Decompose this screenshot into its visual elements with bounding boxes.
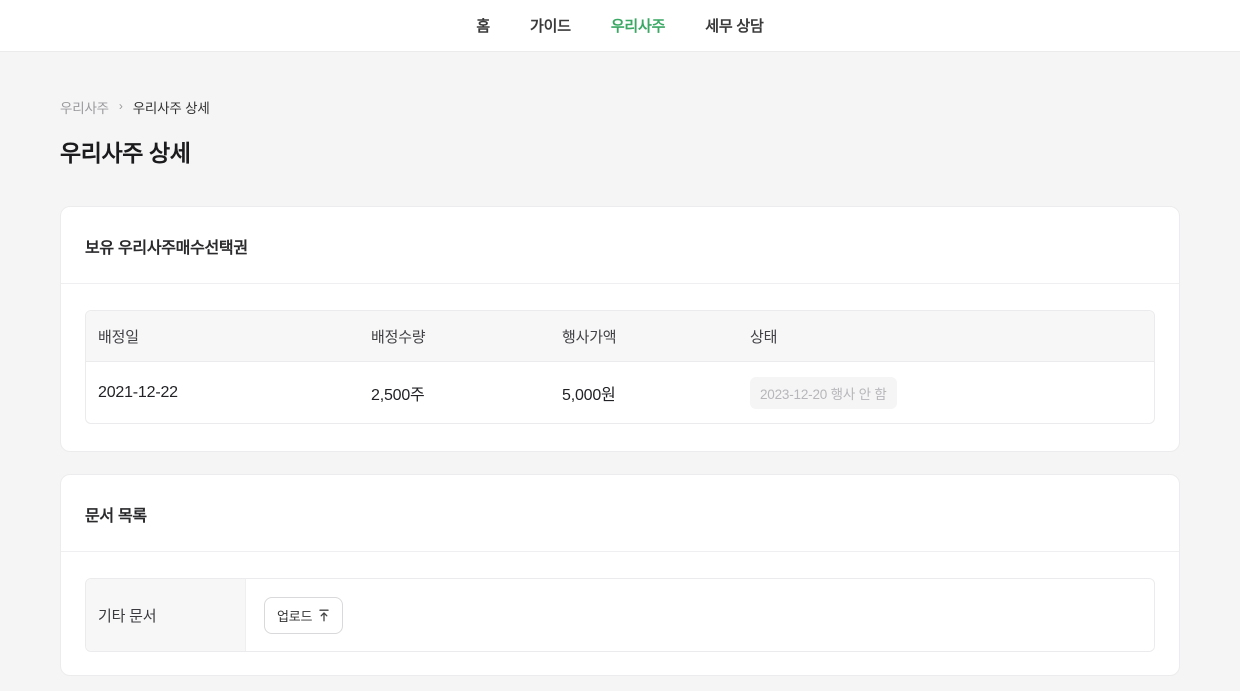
chevron-right-icon: ›	[119, 99, 123, 113]
cell-quantity: 2,500주	[359, 362, 550, 423]
options-card: 보유 우리사주매수선택권 배정일 배정수량 행사가액 상태 2021-12-22…	[60, 206, 1180, 452]
page-title: 우리사주 상세	[60, 134, 1180, 168]
column-header-status: 상태	[738, 311, 1154, 362]
cell-allocation-date: 2021-12-22	[86, 362, 359, 423]
nav-item-guide[interactable]: 가이드	[530, 15, 571, 36]
nav-item-tax-consult[interactable]: 세무 상담	[705, 15, 763, 36]
upload-button-label: 업로드	[277, 606, 312, 625]
breadcrumb-current: 우리사주 상세	[133, 97, 210, 117]
upload-button[interactable]: 업로드	[264, 597, 343, 634]
document-value-cell: 업로드	[246, 579, 1154, 651]
top-navigation: 홈 가이드 우리사주 세무 상담	[0, 0, 1240, 52]
column-header-quantity: 배정수량	[359, 311, 550, 362]
options-table: 배정일 배정수량 행사가액 상태 2021-12-22 2,500주 5,000…	[85, 310, 1155, 424]
options-table-header-row: 배정일 배정수량 행사가액 상태	[86, 311, 1154, 362]
options-card-header: 보유 우리사주매수선택권	[61, 207, 1179, 284]
options-card-body: 배정일 배정수량 행사가액 상태 2021-12-22 2,500주 5,000…	[61, 284, 1179, 451]
nav-item-esop[interactable]: 우리사주	[611, 15, 665, 36]
column-header-allocation-date: 배정일	[86, 311, 359, 362]
document-row-other: 기타 문서 업로드	[85, 578, 1155, 652]
breadcrumb-parent-link[interactable]: 우리사주	[60, 97, 109, 117]
breadcrumb: 우리사주 › 우리사주 상세	[60, 97, 1180, 117]
column-header-exercise-price: 행사가액	[550, 311, 738, 362]
documents-card-body: 기타 문서 업로드	[61, 552, 1179, 675]
documents-card-header: 문서 목록	[61, 475, 1179, 552]
nav-item-home[interactable]: 홈	[476, 15, 490, 36]
document-label-cell: 기타 문서	[86, 579, 246, 651]
upload-icon	[318, 609, 330, 622]
options-card-title: 보유 우리사주매수선택권	[85, 240, 248, 257]
documents-card: 문서 목록 기타 문서 업로드	[60, 474, 1180, 676]
document-label: 기타 문서	[98, 605, 156, 626]
status-badge: 2023-12-20 행사 안 함	[750, 377, 897, 409]
table-row: 2021-12-22 2,500주 5,000원 2023-12-20 행사 안…	[86, 362, 1154, 423]
cell-status: 2023-12-20 행사 안 함	[738, 362, 1154, 423]
documents-card-title: 문서 목록	[85, 508, 147, 525]
cell-exercise-price: 5,000원	[550, 362, 738, 423]
page-content: 우리사주 › 우리사주 상세 우리사주 상세 보유 우리사주매수선택권 배정일 …	[0, 97, 1240, 676]
